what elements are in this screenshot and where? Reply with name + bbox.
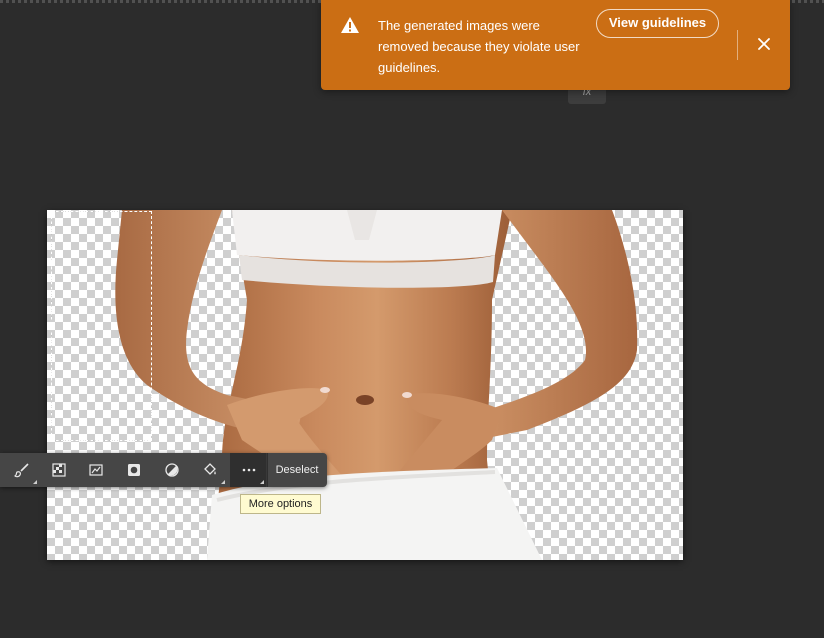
contextual-taskbar: Deselect xyxy=(0,453,327,487)
view-guidelines-button[interactable]: View guidelines xyxy=(596,9,719,38)
invert-selection-icon xyxy=(165,463,179,477)
toast-message: The generated images were removed becaus… xyxy=(378,18,580,75)
toast-divider xyxy=(737,30,738,60)
fill-icon xyxy=(204,463,216,475)
selection-marquee[interactable] xyxy=(51,211,152,441)
more-options-tooltip: More options xyxy=(240,494,321,514)
more-options-button[interactable] xyxy=(230,453,268,487)
brush-icon xyxy=(14,463,29,478)
mask-button[interactable] xyxy=(115,453,153,487)
mask-icon xyxy=(128,464,140,476)
notification-toast: The generated images were removed becaus… xyxy=(321,0,790,90)
invert-selection-button[interactable] xyxy=(153,453,191,487)
transform-selection-icon xyxy=(89,464,103,476)
select-subject-icon xyxy=(52,463,66,477)
warning-triangle-icon xyxy=(341,17,359,33)
more-options-icon xyxy=(242,468,256,472)
brush-button[interactable] xyxy=(3,453,41,487)
deselect-button[interactable]: Deselect xyxy=(267,453,327,487)
transform-selection-button[interactable] xyxy=(77,453,115,487)
fill-button[interactable] xyxy=(191,453,229,487)
select-subject-button[interactable] xyxy=(40,453,78,487)
close-icon[interactable] xyxy=(757,37,771,51)
